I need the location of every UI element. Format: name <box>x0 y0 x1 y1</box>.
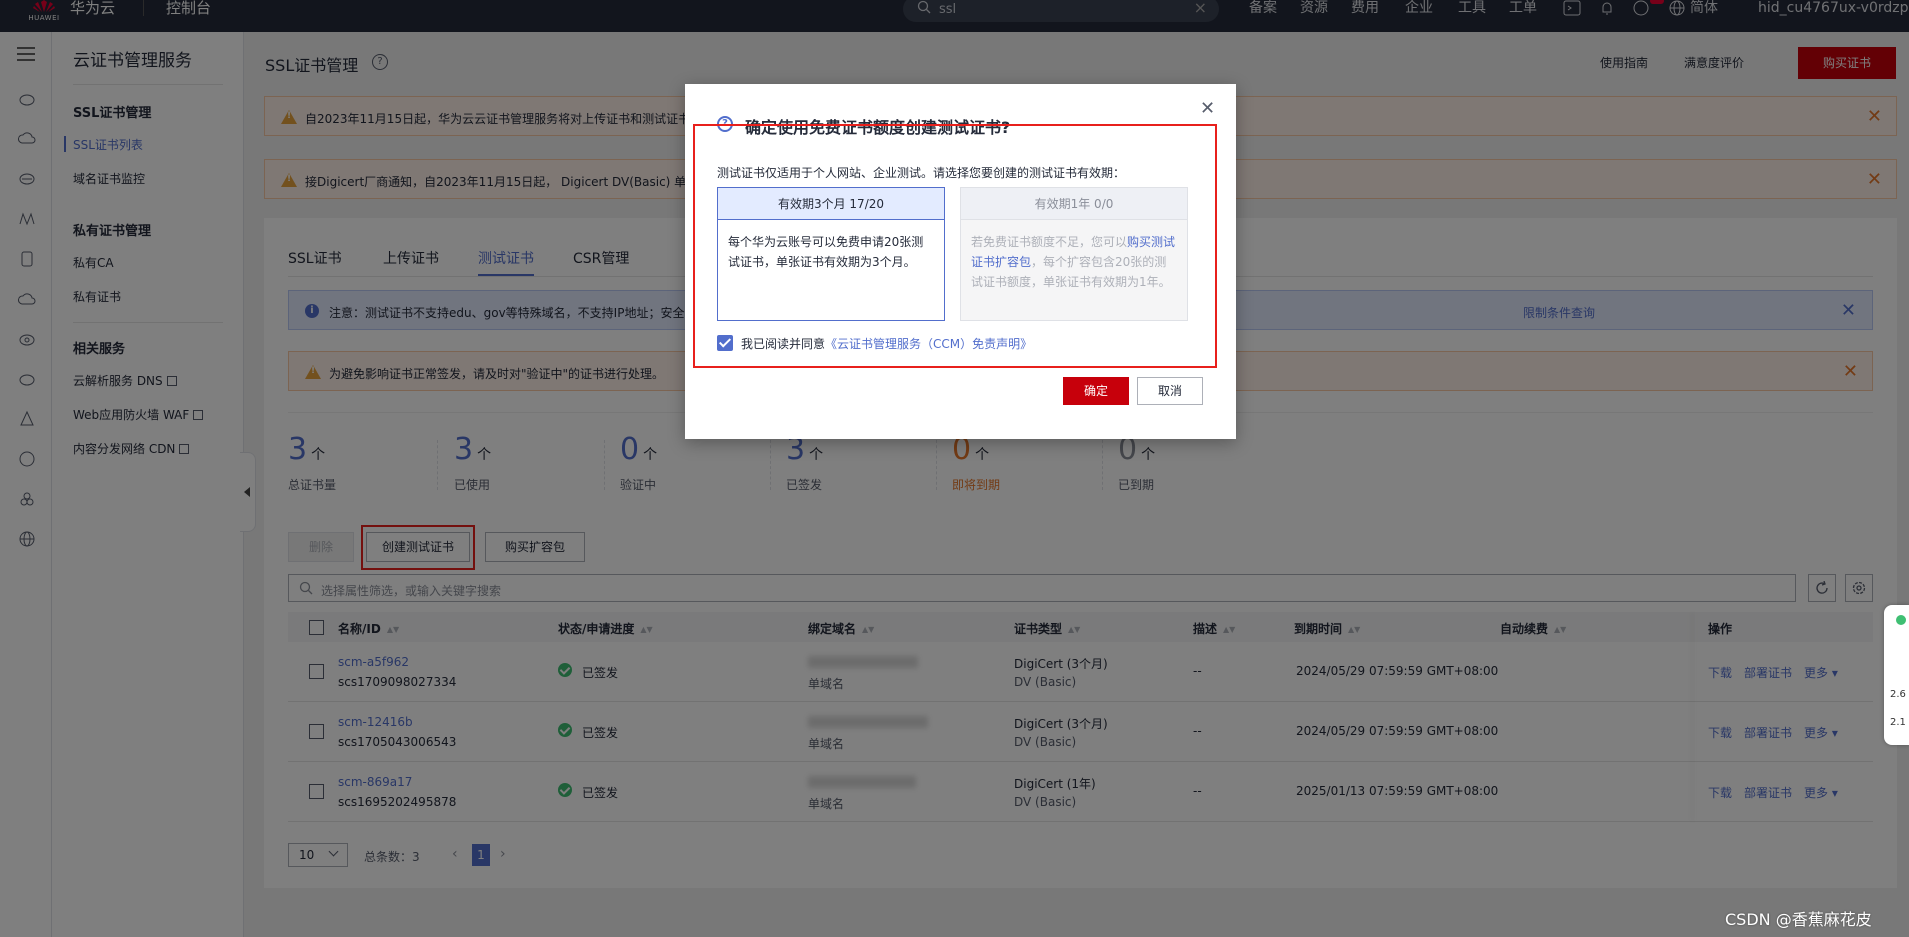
watermark: CSDN @香蕉麻花皮 <box>1725 910 1872 929</box>
confirm-button[interactable]: 确定 <box>1063 377 1129 405</box>
cancel-button[interactable]: 取消 <box>1137 377 1203 405</box>
highlight-box <box>693 124 1217 368</box>
widget-value-1: 2.6 <box>1890 689 1906 700</box>
floating-widget[interactable]: 2.6 2.1 <box>1884 605 1909 745</box>
close-icon[interactable]: ✕ <box>1200 98 1215 119</box>
status-dot <box>1896 615 1906 625</box>
widget-value-2: 2.1 <box>1890 717 1906 728</box>
